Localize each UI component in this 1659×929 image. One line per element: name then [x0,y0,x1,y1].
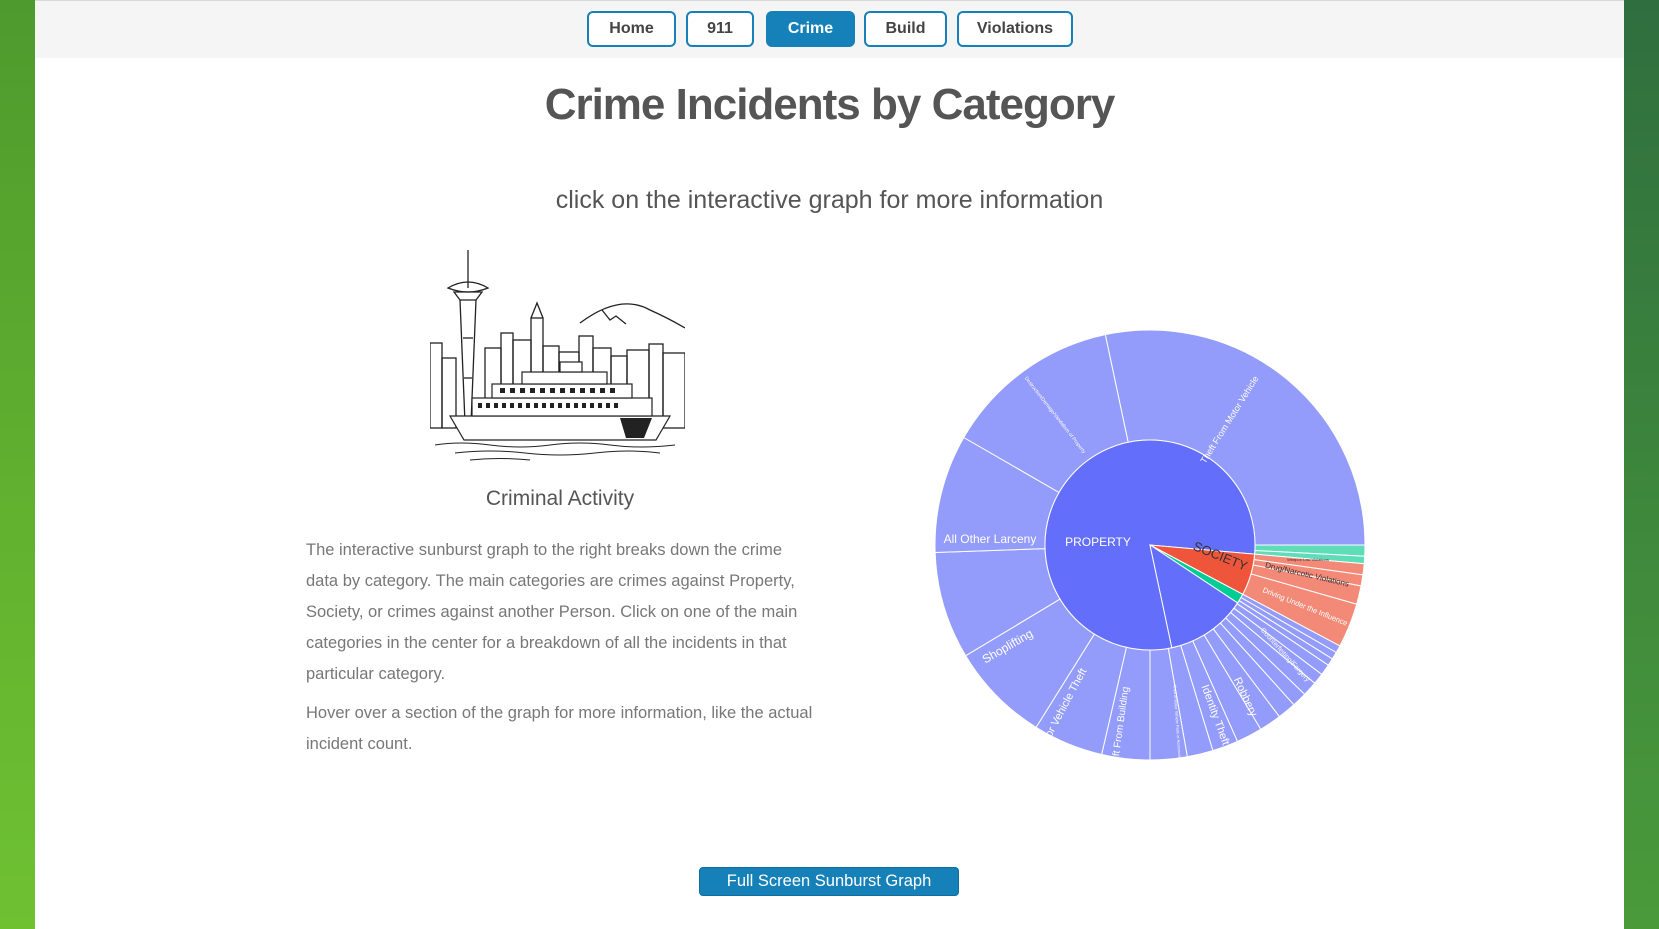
nav-crime-button[interactable]: Crime [766,11,855,47]
page-title: Crime Incidents by Category [544,80,1116,129]
left-green-border [0,0,35,929]
sunburst-outer-label: Weapon Law Violations [1287,557,1329,562]
sunburst-outer-label: All Other Larceny [944,532,1037,546]
description: The interactive sunburst graph to the ri… [306,535,816,768]
description-paragraph-1: The interactive sunburst graph to the ri… [306,541,798,683]
crime-sunburst-chart[interactable]: PROPERTY SOCIETYTheft From Motor VehicleD… [930,325,1370,765]
seattle-skyline-illustration [430,250,685,461]
page-subtitle: click on the interactive graph for more … [555,186,1104,214]
nav-violations-button[interactable]: Violations [957,11,1073,47]
right-green-border [1624,0,1659,929]
top-nav: Home 911 Crime Build Violations [35,1,1624,58]
description-paragraph-2: Hover over a section of the graph for mo… [306,704,813,753]
nav-build-button[interactable]: Build [864,11,947,47]
fullscreen-graph-button[interactable]: Full Screen Sunburst Graph [699,867,959,896]
image-caption: Criminal Activity [485,487,635,510]
sunburst-label-property: PROPERTY [1065,535,1131,549]
nav-911-button[interactable]: 911 [686,11,754,47]
nav-home-button[interactable]: Home [587,11,676,47]
